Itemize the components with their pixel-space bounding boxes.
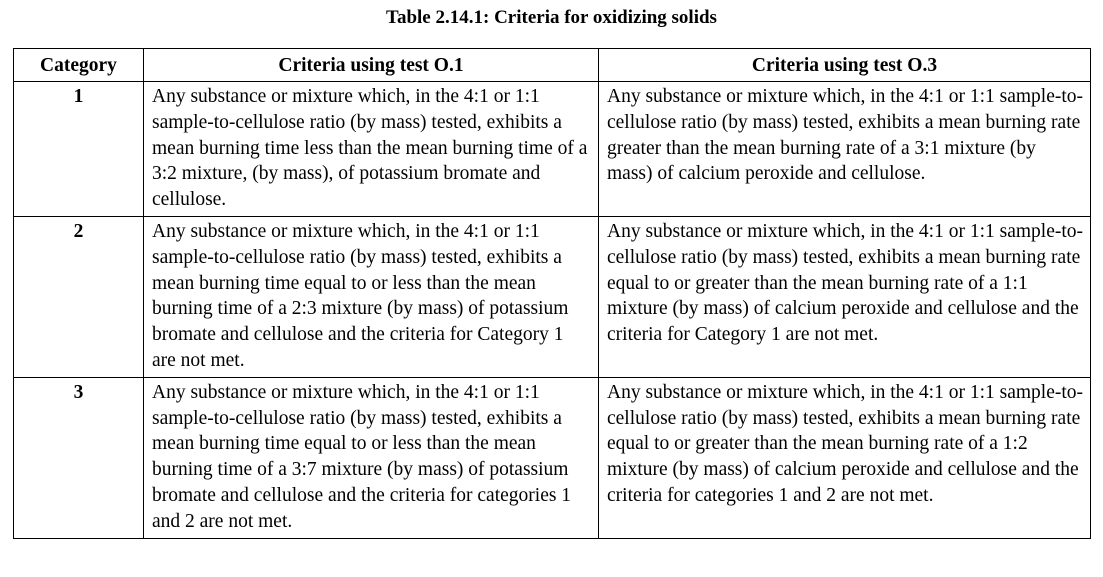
- criteria-o3-cell: Any substance or mixture which, in the 4…: [598, 81, 1091, 217]
- table-row: 3 Any substance or mixture which, in the…: [13, 376, 1091, 539]
- column-header-test-o3: Criteria using test O.3: [598, 48, 1091, 82]
- category-cell: 3: [13, 376, 144, 539]
- category-cell: 2: [13, 215, 144, 378]
- column-header-test-o1: Criteria using test O.1: [143, 48, 599, 82]
- criteria-o3-cell: Any substance or mixture which, in the 4…: [598, 215, 1091, 378]
- category-cell: 1: [13, 81, 144, 217]
- criteria-o1-cell: Any substance or mixture which, in the 4…: [143, 215, 599, 378]
- table-row: 1 Any substance or mixture which, in the…: [13, 81, 1091, 217]
- column-header-category: Category: [13, 48, 144, 82]
- criteria-o3-cell: Any substance or mixture which, in the 4…: [598, 376, 1091, 539]
- table-header-row: Category Criteria using test O.1 Criteri…: [13, 48, 1091, 82]
- table-row: 2 Any substance or mixture which, in the…: [13, 215, 1091, 378]
- criteria-o1-cell: Any substance or mixture which, in the 4…: [143, 81, 599, 217]
- criteria-o1-cell: Any substance or mixture which, in the 4…: [143, 376, 599, 539]
- criteria-table: Category Criteria using test O.1 Criteri…: [13, 48, 1091, 539]
- document-page: Table 2.14.1: Criteria for oxidizing sol…: [0, 0, 1103, 577]
- table-caption: Table 2.14.1: Criteria for oxidizing sol…: [386, 7, 717, 28]
